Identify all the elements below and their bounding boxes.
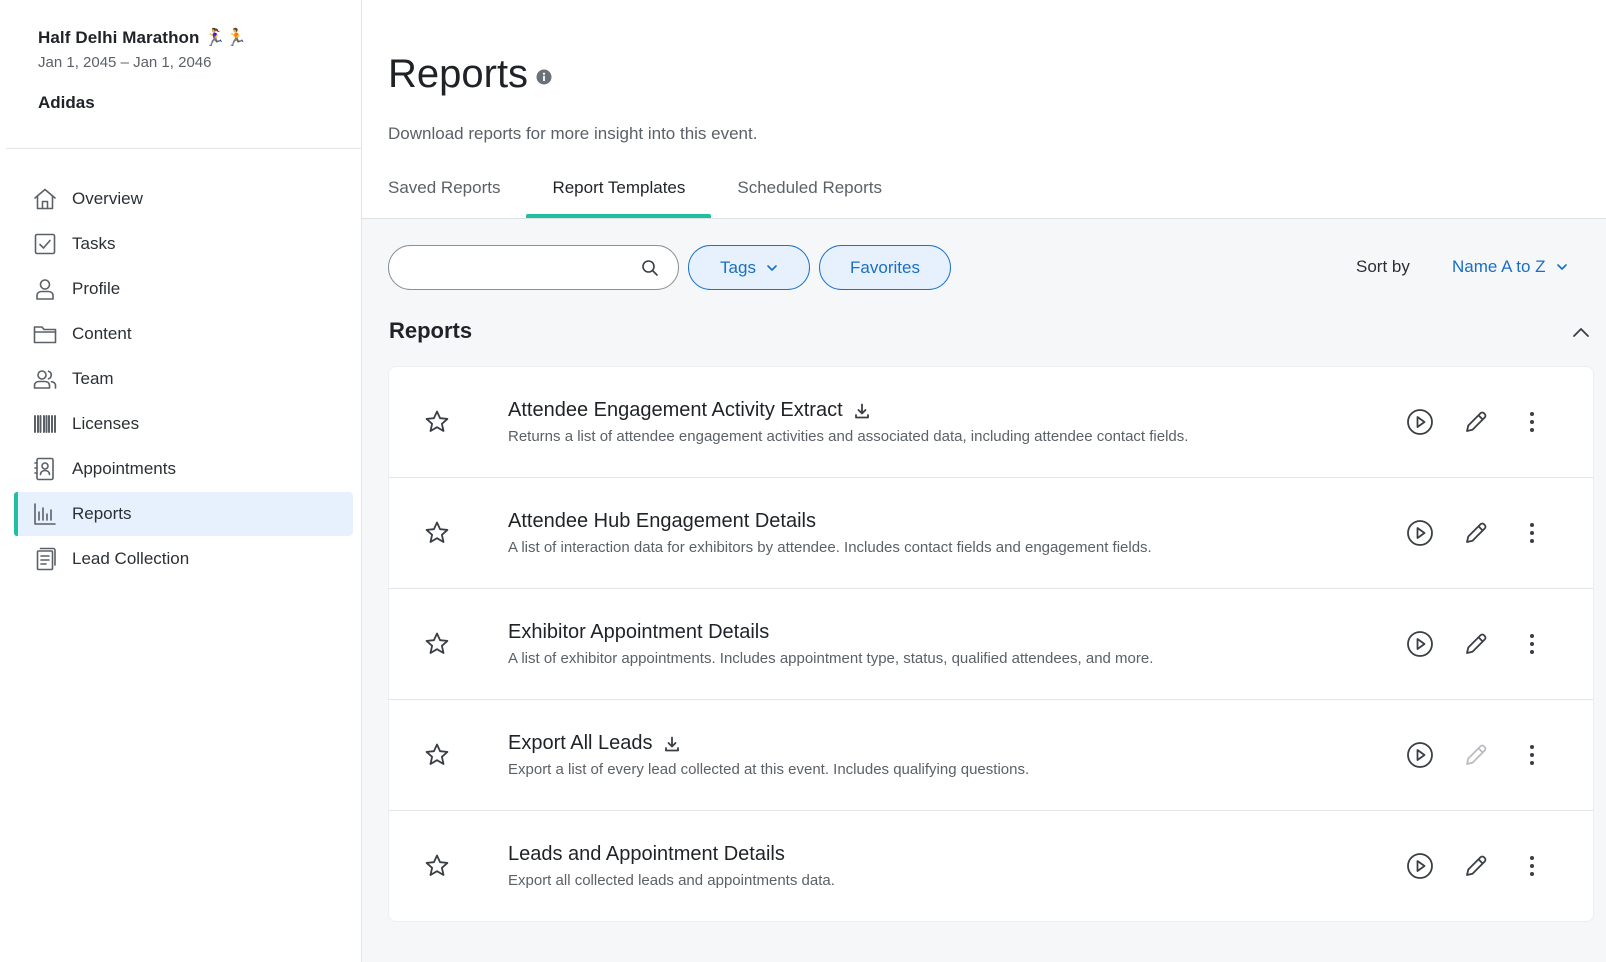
sidebar-item-label: Lead Collection <box>72 549 190 568</box>
tags-filter-label: Tags <box>720 257 756 277</box>
sidebar-item-appointments[interactable]: Appointments <box>14 447 353 491</box>
more-options-icon[interactable] <box>1517 518 1547 548</box>
download-icon <box>854 403 869 418</box>
report-row: Attendee Hub Engagement Details A list o… <box>389 478 1593 589</box>
contact-card-icon <box>32 456 58 482</box>
star-icon[interactable] <box>423 741 451 769</box>
star-icon[interactable] <box>423 408 451 436</box>
more-options-icon[interactable] <box>1517 407 1547 437</box>
page-title: Reports <box>388 52 552 97</box>
report-row: Export All Leads Export a list of every … <box>389 700 1593 811</box>
more-options-icon[interactable] <box>1517 740 1547 770</box>
page-subtitle: Download reports for more insight into t… <box>388 124 758 143</box>
more-options-icon[interactable] <box>1517 851 1547 881</box>
barcode-icon <box>32 411 58 437</box>
play-icon[interactable] <box>1405 740 1435 770</box>
sidebar-item-tasks[interactable]: Tasks <box>14 222 353 266</box>
sidebar-item-label: Content <box>72 324 132 343</box>
star-icon[interactable] <box>423 852 451 880</box>
event-organization: Adidas <box>38 93 95 112</box>
documents-icon <box>32 546 58 572</box>
chevron-down-icon <box>767 264 777 271</box>
play-icon[interactable] <box>1405 629 1435 659</box>
more-options-icon[interactable] <box>1517 629 1547 659</box>
report-description: Export all collected leads and appointme… <box>508 872 835 889</box>
team-icon <box>32 366 58 392</box>
bar-chart-icon <box>32 501 58 527</box>
report-title-text: Attendee Engagement Activity Extract <box>508 399 843 421</box>
search-input[interactable] <box>388 245 679 290</box>
sidebar-item-label: Reports <box>72 504 132 523</box>
report-description: A list of exhibitor appointments. Includ… <box>508 650 1154 667</box>
event-dates: Jan 1, 2045 – Jan 1, 2046 <box>38 54 212 71</box>
sidebar: Half Delhi Marathon 🏃‍♀️🏃 Jan 1, 2045 – … <box>0 0 362 962</box>
sidebar-item-overview[interactable]: Overview <box>14 177 353 221</box>
report-title[interactable]: Attendee Hub Engagement Details <box>508 510 816 533</box>
report-description: Export a list of every lead collected at… <box>508 761 1030 778</box>
page-title-text: Reports <box>388 52 529 96</box>
report-title[interactable]: Exhibitor Appointment Details <box>508 621 769 644</box>
sidebar-item-licenses[interactable]: Licenses <box>14 402 353 446</box>
pencil-icon[interactable] <box>1461 407 1491 437</box>
report-tabs: Saved Reports Report Templates Scheduled… <box>362 172 908 218</box>
section-title: Reports <box>389 318 473 343</box>
chevron-down-icon <box>1556 264 1567 270</box>
info-icon[interactable] <box>536 69 552 85</box>
filter-toolbar: Tags Favorites Sort by Name A to Z <box>388 245 1594 291</box>
page-header: Reports Download reports for more insigh… <box>362 0 1606 219</box>
sidebar-item-label: Overview <box>72 189 143 208</box>
play-icon[interactable] <box>1405 851 1435 881</box>
report-list: Attendee Engagement Activity Extract Ret… <box>388 366 1594 922</box>
sort-value: Name A to Z <box>1452 257 1546 276</box>
sidebar-item-lead-collection[interactable]: Lead Collection <box>14 537 353 581</box>
play-icon[interactable] <box>1405 407 1435 437</box>
report-title-text: Exhibitor Appointment Details <box>508 621 770 643</box>
report-row: Attendee Engagement Activity Extract Ret… <box>389 367 1593 478</box>
sidebar-item-label: Profile <box>72 279 121 298</box>
report-description: Returns a list of attendee engagement ac… <box>508 428 1189 445</box>
event-name[interactable]: Half Delhi Marathon 🏃‍♀️🏃 <box>38 28 329 48</box>
report-title[interactable]: Leads and Appointment Details <box>508 843 785 866</box>
sidebar-item-content[interactable]: Content <box>14 312 353 356</box>
sort-dropdown[interactable]: Name A to Z <box>1452 257 1568 277</box>
report-title[interactable]: Export All Leads <box>508 732 681 755</box>
sidebar-item-label: Team <box>72 369 114 388</box>
pencil-icon[interactable] <box>1461 629 1491 659</box>
search-icon <box>642 260 658 276</box>
tab-saved-reports[interactable]: Saved Reports <box>362 172 526 218</box>
sidebar-item-label: Licenses <box>72 414 140 433</box>
report-title-text: Leads and Appointment Details <box>508 843 785 865</box>
star-icon[interactable] <box>423 630 451 658</box>
folder-icon <box>32 321 58 347</box>
star-icon[interactable] <box>423 519 451 547</box>
report-title[interactable]: Attendee Engagement Activity Extract <box>508 399 871 422</box>
tab-report-templates[interactable]: Report Templates <box>526 172 712 218</box>
chevron-up-icon[interactable] <box>1570 322 1592 344</box>
tab-scheduled-reports[interactable]: Scheduled Reports <box>711 172 908 218</box>
report-row: Exhibitor Appointment Details A list of … <box>389 589 1593 700</box>
sidebar-item-profile[interactable]: Profile <box>14 267 353 311</box>
download-icon <box>664 736 679 751</box>
pencil-icon[interactable] <box>1461 851 1491 881</box>
checkbox-icon <box>32 231 58 257</box>
sidebar-item-label: Tasks <box>72 234 116 253</box>
pencil-icon-disabled <box>1466 744 1487 765</box>
pencil-icon[interactable] <box>1461 518 1491 548</box>
tags-filter-button[interactable]: Tags <box>688 245 810 290</box>
sidebar-item-team[interactable]: Team <box>14 357 353 401</box>
person-icon <box>32 276 58 302</box>
report-title-text: Export All Leads <box>508 732 653 754</box>
sidebar-item-label: Appointments <box>72 459 176 478</box>
sidebar-nav: Overview Tasks Profile Content Team Lice… <box>0 177 361 581</box>
sidebar-item-reports[interactable]: Reports <box>14 492 353 536</box>
favorites-filter-button[interactable]: Favorites <box>819 245 951 290</box>
report-row: Leads and Appointment Details Export all… <box>389 811 1593 921</box>
main-content: Reports Download reports for more insigh… <box>362 0 1606 962</box>
play-icon[interactable] <box>1405 518 1435 548</box>
event-header: Half Delhi Marathon 🏃‍♀️🏃 Jan 1, 2045 – … <box>6 0 361 149</box>
home-icon <box>32 186 58 212</box>
report-title-text: Attendee Hub Engagement Details <box>508 510 816 532</box>
sort-label: Sort by <box>1356 257 1410 276</box>
report-description: A list of interaction data for exhibitor… <box>508 539 1152 556</box>
